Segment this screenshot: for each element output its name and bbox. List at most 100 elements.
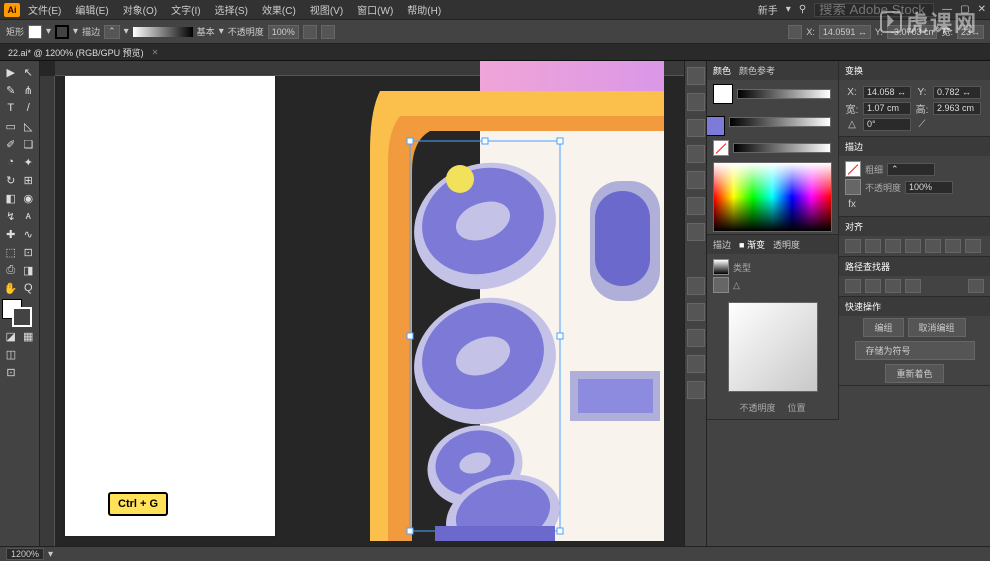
chevron-down-icon[interactable]: ▾ [46, 26, 51, 37]
align-tab[interactable]: 对齐 [845, 220, 863, 233]
color-guide-tab[interactable]: 颜色参考 [739, 64, 775, 77]
menu-type[interactable]: 文字(I) [165, 0, 206, 19]
color-mode-icon[interactable]: ◪ [2, 327, 20, 345]
panel-tab-icon[interactable] [687, 93, 705, 111]
graph-tool[interactable]: ⊡ [20, 243, 38, 261]
panel-tab-icon[interactable] [687, 303, 705, 321]
gradient-mode-icon[interactable]: ▦ [20, 327, 38, 345]
chevron-down-icon[interactable]: ▾ [219, 26, 224, 37]
group-button[interactable]: 编组 [863, 318, 903, 337]
chevron-down-icon[interactable]: ▾ [786, 4, 791, 15]
transform-tab[interactable]: 变换 [845, 64, 863, 77]
y-input[interactable]: -3.0703 cn [887, 25, 938, 39]
ruler-vertical[interactable] [40, 76, 55, 546]
x-field[interactable] [863, 86, 911, 99]
panel-tab-icon[interactable] [687, 119, 705, 137]
maximize-icon[interactable]: ▢ [960, 4, 969, 15]
close-icon[interactable]: ✕ [978, 4, 986, 15]
stroke-weight-input[interactable]: ⌃ [104, 25, 120, 39]
basic-label[interactable]: 基本 [197, 25, 215, 38]
shape-builder-tool[interactable]: ◧ [2, 189, 20, 207]
ungroup-button[interactable]: 取消编组 [908, 318, 966, 337]
panel-tab-icon[interactable] [687, 355, 705, 373]
screen-mode-icon[interactable]: ⊡ [2, 363, 20, 381]
paintbrush-tool[interactable]: ◺ [20, 117, 38, 135]
recolor-button[interactable]: 重新着色 [885, 364, 943, 383]
search-stock-input[interactable] [814, 3, 934, 17]
slice-tool[interactable]: ◨ [20, 261, 38, 279]
y-field[interactable] [933, 86, 981, 99]
align-vcenter-icon[interactable] [925, 239, 941, 253]
exclude-icon[interactable] [905, 279, 921, 293]
align-right-icon[interactable] [885, 239, 901, 253]
mesh-tool[interactable]: ↯ [2, 207, 20, 225]
recolor-icon[interactable] [321, 25, 335, 39]
stroke-color-icon[interactable] [12, 307, 32, 327]
tint-slider[interactable] [729, 117, 831, 127]
panel-tab-icon[interactable] [687, 223, 705, 241]
menu-window[interactable]: 窗口(W) [351, 0, 399, 19]
pen-tool[interactable]: ✎ [2, 81, 20, 99]
distribute-icon[interactable] [965, 239, 981, 253]
unite-icon[interactable] [845, 279, 861, 293]
tint-slider[interactable] [737, 89, 831, 99]
color-swatches[interactable] [2, 299, 34, 327]
symbol-tool[interactable]: ⬚ [2, 243, 20, 261]
panel-tab-icon[interactable] [687, 171, 705, 189]
curvature-tool[interactable]: ⋔ [20, 81, 38, 99]
document-tab[interactable]: 22.ai* @ 1200% (RGB/GPU 预览) [8, 46, 144, 59]
fill-toggle-icon[interactable] [713, 277, 729, 293]
expand-icon[interactable] [968, 279, 984, 293]
direct-selection-tool[interactable]: ↖ [20, 63, 38, 81]
tint-slider[interactable] [733, 143, 831, 153]
pencil-tool[interactable]: ✐ [2, 135, 20, 153]
transparency-tab[interactable]: 透明度 [773, 238, 800, 251]
hand-tool[interactable]: ✋ [2, 279, 20, 297]
scale-tool[interactable]: ✦ [20, 153, 38, 171]
chevron-down-icon[interactable]: ▾ [73, 26, 78, 37]
opacity-input[interactable]: 100% [268, 25, 299, 39]
stroke-tab[interactable]: 描边 [713, 238, 731, 251]
shear-icon[interactable]: ⟋ [915, 117, 929, 131]
width-tool[interactable]: ↻ [2, 171, 20, 189]
workspace-label[interactable]: 新手 [758, 2, 778, 17]
style-icon[interactable] [303, 25, 317, 39]
opacity-icon[interactable] [845, 179, 861, 195]
fill-swatch-icon[interactable] [713, 84, 733, 104]
panel-tab-icon[interactable] [687, 277, 705, 295]
menu-help[interactable]: 帮助(H) [401, 0, 447, 19]
x-input[interactable]: 14.0591 ↔ [819, 25, 871, 39]
brush-preview[interactable] [133, 27, 193, 37]
stroke-swatch[interactable] [55, 25, 69, 39]
eraser-tool[interactable]: ❏ [20, 135, 38, 153]
intersect-icon[interactable] [885, 279, 901, 293]
fill-swatch[interactable] [28, 25, 42, 39]
free-transform-tool[interactable]: ⊞ [20, 171, 38, 189]
menu-select[interactable]: 选择(S) [209, 0, 254, 19]
w-field[interactable] [863, 102, 911, 115]
line-tool[interactable]: / [20, 99, 38, 117]
blend-tool[interactable]: ∿ [20, 225, 38, 243]
align-bottom-icon[interactable] [945, 239, 961, 253]
panel-tab-icon[interactable] [687, 329, 705, 347]
pathfinder-tab[interactable]: 路径查找器 [845, 260, 890, 273]
align-top-icon[interactable] [905, 239, 921, 253]
selection-tool[interactable]: ▶ [2, 63, 20, 81]
panel-tab-icon[interactable] [687, 381, 705, 399]
weight-field[interactable]: ⌃ [887, 163, 935, 176]
none-icon[interactable] [713, 140, 729, 156]
transform-icon[interactable] [788, 25, 802, 39]
gradient-tab[interactable]: ■ 渐变 [739, 238, 765, 251]
w-input[interactable]: 23↔ [957, 25, 984, 39]
type-tool[interactable]: T [2, 99, 20, 117]
draw-mode-icon[interactable]: ◫ [2, 345, 20, 363]
panel-tab-icon[interactable] [687, 197, 705, 215]
angle-field[interactable] [863, 118, 911, 131]
gradient-swatch[interactable] [713, 259, 729, 275]
save-symbol-button[interactable]: 存储为符号 [855, 341, 975, 360]
menu-object[interactable]: 对象(O) [117, 0, 163, 19]
stroke-none-icon[interactable] [845, 161, 861, 177]
h-field[interactable] [933, 102, 981, 115]
stroke-swatch-icon[interactable] [706, 116, 725, 136]
align-left-icon[interactable] [845, 239, 861, 253]
